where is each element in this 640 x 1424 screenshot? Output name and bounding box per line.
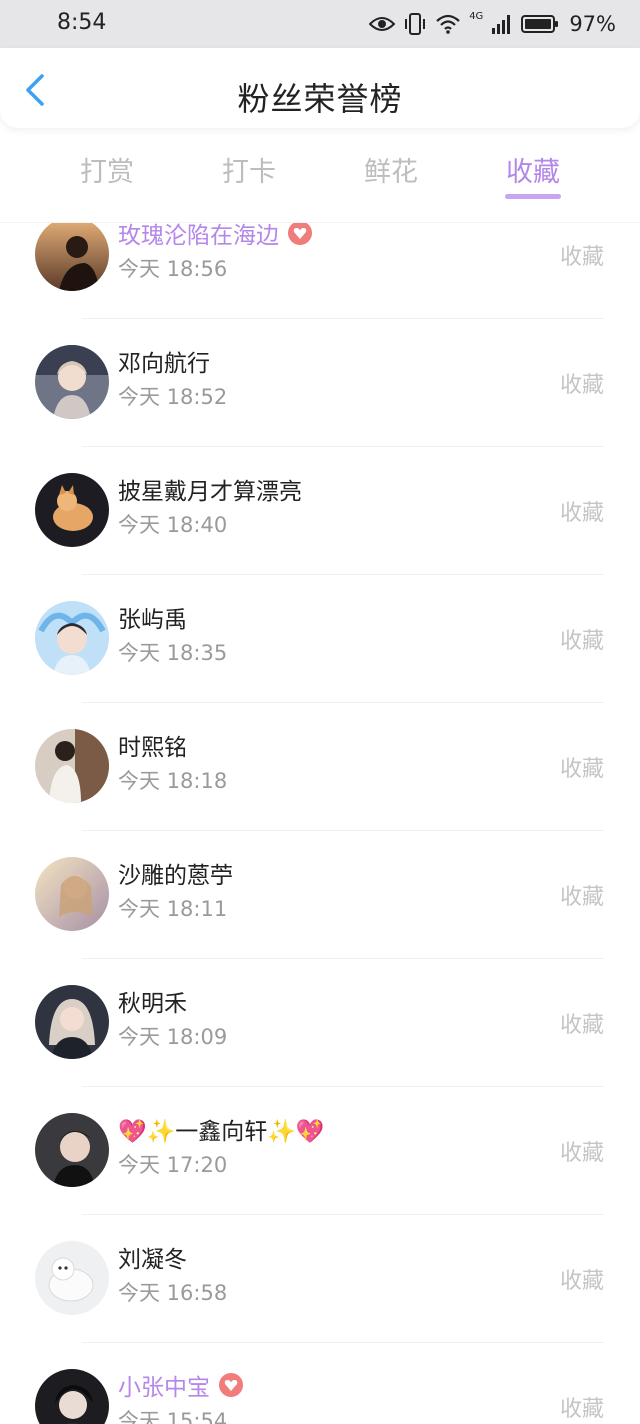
- favorite-action[interactable]: 收藏: [560, 1007, 604, 1039]
- status-icons: 4G 97%: [369, 9, 616, 39]
- wifi-icon: [436, 14, 460, 34]
- list-item-time: 今天 18:40: [118, 513, 228, 537]
- battery-icon: [521, 15, 559, 33]
- user-name: 沙雕的蒽苧: [118, 863, 233, 889]
- avatar[interactable]: [35, 729, 109, 803]
- signal-icon: [492, 15, 511, 34]
- list-item[interactable]: 邓向航行 今天 18:52 收藏: [0, 319, 640, 447]
- list-item[interactable]: 秋明禾 今天 18:09 收藏: [0, 959, 640, 1087]
- tab-favorites[interactable]: 收藏: [483, 150, 583, 199]
- page-title: 粉丝荣誉榜: [237, 80, 403, 118]
- avatar[interactable]: [35, 345, 109, 419]
- user-name: 刘凝冬: [118, 1247, 187, 1273]
- favorite-action[interactable]: 收藏: [560, 367, 604, 399]
- favorite-action[interactable]: 收藏: [560, 1263, 604, 1295]
- list-item-time: 今天 18:52: [118, 385, 228, 409]
- favorite-action[interactable]: 收藏: [560, 751, 604, 783]
- avatar[interactable]: [35, 223, 109, 291]
- network-type: 4G: [469, 11, 484, 22]
- eye-icon: [369, 17, 396, 31]
- list-item-time: 今天 18:56: [118, 257, 228, 281]
- user-name: 邓向航行: [118, 351, 210, 377]
- list-item-time: 今天 15:54: [118, 1409, 228, 1424]
- avatar[interactable]: [35, 857, 109, 931]
- avatar[interactable]: [35, 985, 109, 1059]
- list-item-name: 时熙铭: [118, 728, 187, 762]
- list-item[interactable]: 张屿禹 今天 18:35 收藏: [0, 575, 640, 703]
- user-name: 秋明禾: [118, 991, 187, 1017]
- favorite-action[interactable]: 收藏: [560, 239, 604, 271]
- vip-heart-badge-icon: [219, 1373, 243, 1397]
- favorite-action[interactable]: 收藏: [560, 1135, 604, 1167]
- list-item-name: 小张中宝: [118, 1368, 244, 1402]
- avatar[interactable]: [35, 1113, 109, 1187]
- list-item-time: 今天 18:09: [118, 1025, 228, 1049]
- list-item-time: 今天 18:35: [118, 641, 228, 665]
- list-item[interactable]: 小张中宝 今天 15:54 收藏: [0, 1343, 640, 1424]
- favorite-action[interactable]: 收藏: [560, 623, 604, 655]
- vip-heart-badge-icon: [288, 223, 312, 245]
- tab-label: 收藏: [506, 157, 560, 188]
- favorite-action[interactable]: 收藏: [560, 495, 604, 527]
- user-name: 张屿禹: [118, 607, 187, 633]
- battery-percent: 97%: [569, 12, 616, 36]
- tab-checkin[interactable]: 打卡: [199, 150, 299, 189]
- status-time: 8:54: [57, 10, 107, 35]
- tab-flowers[interactable]: 鲜花: [341, 150, 441, 189]
- list-item-name: 💖✨一鑫向轩✨💖: [118, 1112, 325, 1146]
- list-item-name: 张屿禹: [118, 600, 187, 634]
- user-name: 玫瑰沦陷在海边: [118, 223, 279, 249]
- list-item-name: 玫瑰沦陷在海边: [118, 223, 313, 250]
- tab-label: 打卡: [222, 157, 276, 188]
- avatar[interactable]: [35, 1241, 109, 1315]
- vibrate-icon: [405, 13, 426, 35]
- fan-list[interactable]: 玫瑰沦陷在海边 今天 18:56 收藏 邓向航行 今天 18:52 收藏 披星戴…: [0, 222, 640, 1424]
- tab-bar: 打赏 打卡 鲜花 收藏: [0, 140, 640, 210]
- list-item[interactable]: 刘凝冬 今天 16:58 收藏: [0, 1215, 640, 1343]
- tab-reward[interactable]: 打赏: [57, 150, 157, 189]
- list-item-time: 今天 18:11: [118, 897, 228, 921]
- list-item[interactable]: 玫瑰沦陷在海边 今天 18:56 收藏: [0, 223, 640, 319]
- list-item-time: 今天 16:58: [118, 1281, 228, 1305]
- avatar[interactable]: [35, 1369, 109, 1424]
- tab-label: 鲜花: [364, 157, 418, 188]
- avatar[interactable]: [35, 601, 109, 675]
- list-item-name: 沙雕的蒽苧: [118, 856, 233, 890]
- header-bar: 粉丝荣誉榜: [0, 48, 640, 128]
- avatar[interactable]: [35, 473, 109, 547]
- user-name: 💖✨一鑫向轩✨💖: [118, 1119, 325, 1145]
- user-name: 时熙铭: [118, 735, 187, 761]
- list-item[interactable]: 时熙铭 今天 18:18 收藏: [0, 703, 640, 831]
- list-item-name: 刘凝冬: [118, 1240, 187, 1274]
- list-item-name: 披星戴月才算漂亮: [118, 472, 302, 506]
- tab-label: 打赏: [80, 157, 134, 188]
- list-item-name: 邓向航行: [118, 344, 210, 378]
- list-item[interactable]: 沙雕的蒽苧 今天 18:11 收藏: [0, 831, 640, 959]
- list-item[interactable]: 💖✨一鑫向轩✨💖 今天 17:20 收藏: [0, 1087, 640, 1215]
- user-name: 小张中宝: [118, 1375, 210, 1401]
- favorite-action[interactable]: 收藏: [560, 1391, 604, 1423]
- list-item-name: 秋明禾: [118, 984, 187, 1018]
- list-item-time: 今天 17:20: [118, 1153, 228, 1177]
- favorite-action[interactable]: 收藏: [560, 879, 604, 911]
- list-item-time: 今天 18:18: [118, 769, 228, 793]
- list-item[interactable]: 披星戴月才算漂亮 今天 18:40 收藏: [0, 447, 640, 575]
- tab-active-indicator: [505, 194, 561, 199]
- status-bar: 8:54 4G 97%: [0, 0, 640, 48]
- user-name: 披星戴月才算漂亮: [118, 479, 302, 505]
